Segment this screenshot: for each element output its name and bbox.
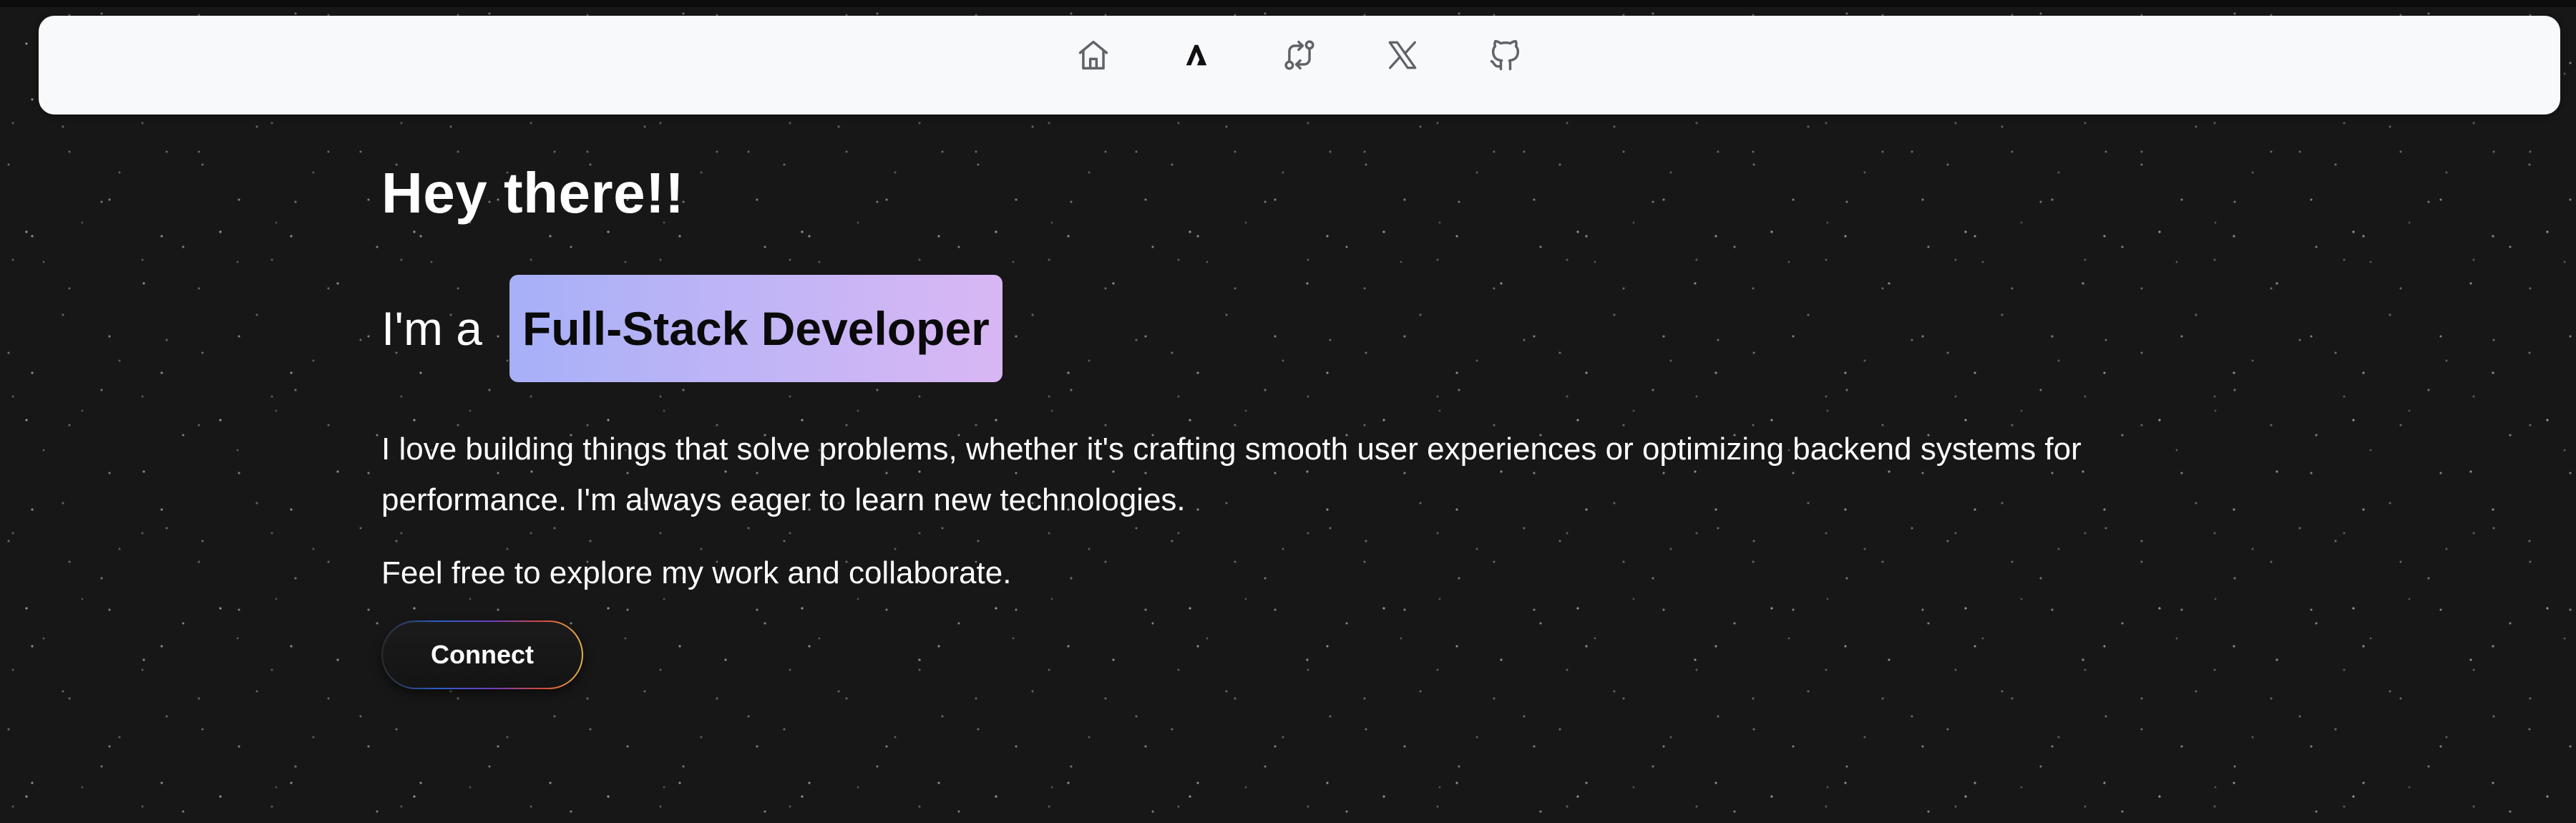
role-line: I'm a Full-Stack Developer <box>381 275 2170 382</box>
github-icon <box>1490 39 1520 71</box>
nav-git-compare-button[interactable] <box>1274 29 1325 81</box>
hero-section: Hey there!! I'm a Full-Stack Developer I… <box>381 150 2170 689</box>
nav-x-button[interactable] <box>1377 29 1428 81</box>
nav-logo-button[interactable] <box>1171 29 1222 81</box>
window-top-edge <box>0 0 2576 7</box>
connect-button[interactable]: Connect <box>381 620 583 689</box>
greeting-heading: Hey there!! <box>381 161 685 225</box>
x-twitter-icon <box>1388 41 1417 69</box>
bio-text: I love building things that solve proble… <box>381 432 2082 517</box>
logo-icon <box>1186 44 1207 66</box>
home-icon <box>1078 40 1108 70</box>
top-navbar <box>39 16 2560 115</box>
invite-text: Feel free to explore my work and collabo… <box>381 555 1012 590</box>
nav-home-button[interactable] <box>1068 29 1119 81</box>
role-badge: Full-Stack Developer <box>509 275 1002 382</box>
nav-icon-list <box>1068 29 1531 81</box>
git-compare-icon <box>1284 40 1314 70</box>
nav-github-button[interactable] <box>1480 29 1531 81</box>
role-prefix: I'm a <box>381 302 482 355</box>
